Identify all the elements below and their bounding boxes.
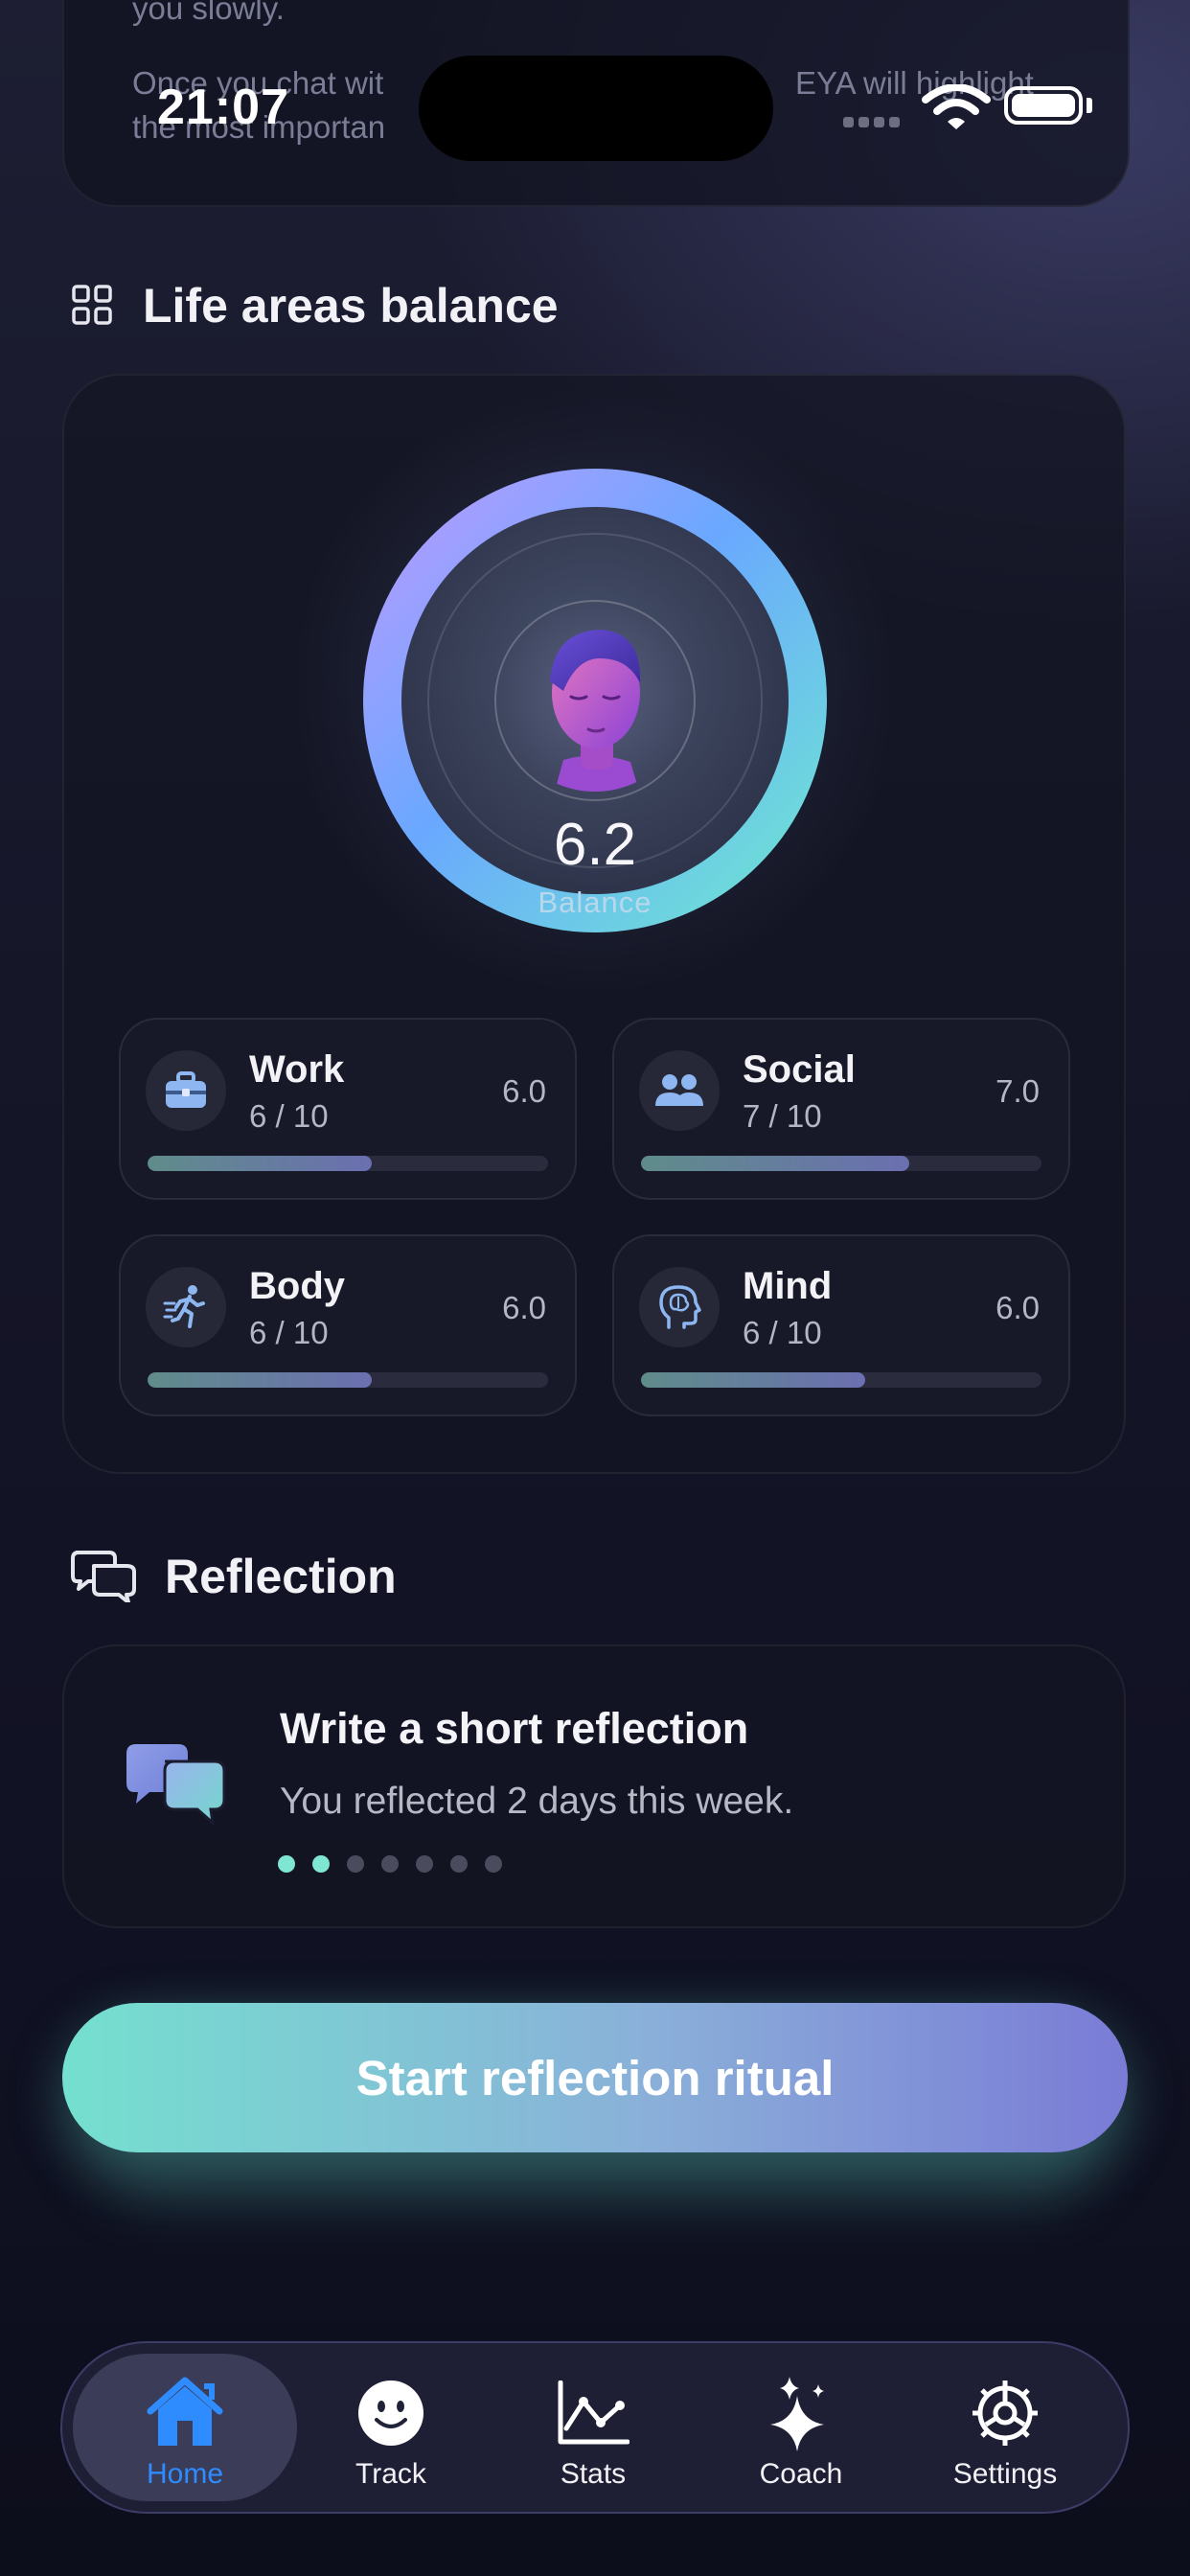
area-score-fraction: 6 / 10 bbox=[249, 1098, 329, 1134]
area-progress-fill bbox=[148, 1156, 373, 1171]
area-score-fraction: 6 / 10 bbox=[743, 1315, 822, 1350]
smiley-icon bbox=[357, 2372, 424, 2454]
week-day-dot bbox=[450, 1855, 468, 1873]
week-day-dot bbox=[381, 1855, 399, 1873]
area-score-value: 7.0 bbox=[995, 1073, 1040, 1109]
avatar bbox=[496, 597, 694, 799]
chat-bubbles-icon bbox=[71, 1549, 138, 1607]
gear-icon bbox=[969, 2372, 1041, 2454]
tab-track[interactable]: Track bbox=[295, 2341, 487, 2514]
tab-stats[interactable]: Stats bbox=[497, 2341, 689, 2514]
battery-icon bbox=[1004, 86, 1083, 125]
cellular-signal-icon bbox=[843, 115, 904, 132]
area-score-fraction: 7 / 10 bbox=[743, 1098, 822, 1134]
tab-label: Coach bbox=[759, 2458, 843, 2490]
week-day-dot bbox=[312, 1855, 330, 1873]
battery-cap bbox=[1087, 98, 1092, 113]
briefcase-icon bbox=[146, 1050, 226, 1131]
tab-label: Stats bbox=[560, 2458, 627, 2490]
area-score-fraction: 6 / 10 bbox=[249, 1315, 329, 1350]
balance-label: Balance bbox=[538, 886, 652, 919]
area-name: Mind bbox=[743, 1265, 833, 1307]
area-score-value: 6.0 bbox=[502, 1290, 546, 1325]
life-areas-title: Life areas balance bbox=[143, 279, 559, 333]
area-progress-track bbox=[148, 1372, 548, 1388]
area-name: Social bbox=[743, 1048, 856, 1091]
week-day-dot bbox=[278, 1855, 295, 1873]
tab-home[interactable]: Home bbox=[89, 2341, 281, 2514]
week-day-dot bbox=[347, 1855, 364, 1873]
area-progress-fill bbox=[641, 1372, 866, 1388]
tab-label: Settings bbox=[952, 2458, 1058, 2490]
area-score-value: 6.0 bbox=[995, 1290, 1040, 1325]
week-day-dot bbox=[416, 1855, 433, 1873]
dynamic-island bbox=[419, 56, 773, 161]
week-progress-dots bbox=[278, 1855, 519, 1877]
area-name: Body bbox=[249, 1265, 345, 1307]
area-progress-track bbox=[641, 1372, 1041, 1388]
area-progress-fill bbox=[148, 1372, 373, 1388]
area-score-value: 6.0 bbox=[502, 1073, 546, 1109]
insight-text-line: you slowly. bbox=[132, 0, 285, 26]
tab-label: Home bbox=[146, 2458, 224, 2490]
area-card-work[interactable]: Work 6 / 10 6.0 bbox=[119, 1018, 577, 1200]
area-card-social[interactable]: Social 7 / 10 7.0 bbox=[612, 1018, 1070, 1200]
brain-head-icon bbox=[639, 1267, 720, 1347]
reflection-card-title: Write a short reflection bbox=[280, 1704, 749, 1753]
reflection-title: Reflection bbox=[165, 1550, 397, 1603]
chat-bubbles-illustration-icon bbox=[125, 1742, 228, 1829]
insight-text-line: EYA will highlight bbox=[795, 65, 1034, 101]
area-progress-track bbox=[641, 1156, 1041, 1171]
week-day-dot bbox=[485, 1855, 502, 1873]
area-card-body[interactable]: Body 6 / 10 6.0 bbox=[119, 1234, 577, 1416]
area-card-mind[interactable]: Mind 6 / 10 6.0 bbox=[612, 1234, 1070, 1416]
tab-coach[interactable]: Coach bbox=[705, 2341, 897, 2514]
balance-score: 6.2 bbox=[553, 812, 637, 878]
reflection-card-subtitle: You reflected 2 days this week. bbox=[280, 1781, 794, 1822]
sparkles-icon bbox=[767, 2372, 835, 2454]
status-time: 21:07 bbox=[157, 80, 289, 135]
tab-settings[interactable]: Settings bbox=[909, 2341, 1101, 2514]
area-name: Work bbox=[249, 1048, 345, 1091]
area-progress-fill bbox=[641, 1156, 910, 1171]
wifi-icon bbox=[922, 83, 991, 135]
grid-icon bbox=[71, 284, 113, 331]
people-icon bbox=[639, 1050, 720, 1131]
tab-label: Track bbox=[355, 2458, 426, 2490]
running-person-icon bbox=[146, 1267, 226, 1347]
line-chart-icon bbox=[557, 2372, 629, 2454]
area-progress-track bbox=[148, 1156, 548, 1171]
home-icon bbox=[145, 2372, 225, 2454]
start-reflection-button[interactable]: Start reflection ritual bbox=[62, 2003, 1128, 2152]
